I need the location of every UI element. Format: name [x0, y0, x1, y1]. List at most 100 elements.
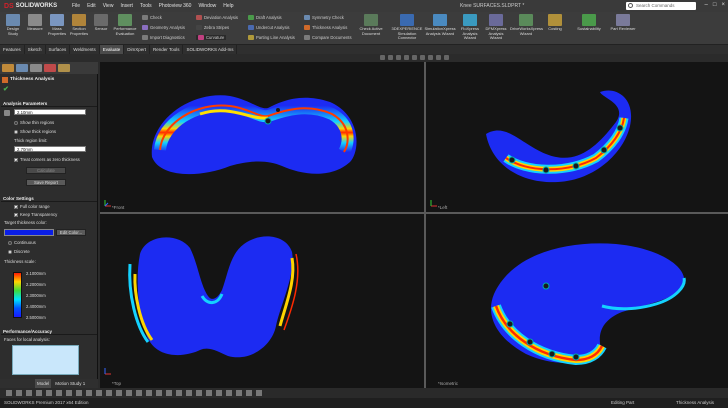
zoom-area-icon[interactable] [387, 55, 393, 60]
menu-view[interactable]: View [103, 3, 114, 9]
dimxpert-icon[interactable] [44, 64, 56, 72]
menu-window[interactable]: Window [198, 3, 216, 9]
check-active-document-button[interactable]: Check Active Document [356, 14, 386, 36]
feature-tree-icon[interactable] [2, 64, 14, 72]
scale-value: 2.2000mm [26, 282, 46, 287]
tab-evaluate[interactable]: Evaluate [99, 45, 125, 54]
tab-sketch[interactable]: Sketch [25, 45, 46, 54]
feature-manager-tabs [0, 62, 98, 74]
target-color-swatch[interactable] [4, 229, 54, 236]
full-color-range-checkbox[interactable]: ✓ Full color range [14, 204, 50, 209]
tab-model[interactable]: Model [35, 379, 52, 388]
zoom-fit-icon[interactable] [379, 55, 385, 60]
viewport-front[interactable]: *Front [100, 62, 424, 212]
measure-button[interactable]: Measure [24, 14, 46, 32]
ok-check-icon[interactable]: ✔ [3, 85, 9, 93]
zebra-stripes-button[interactable]: Zebra Stripes [196, 25, 229, 30]
property-manager-icon[interactable] [16, 64, 28, 72]
costing-icon [548, 14, 562, 26]
symmetry-check-button[interactable]: Symmetry Check [304, 15, 344, 20]
appearance-icon[interactable] [435, 55, 441, 60]
tab-weldments[interactable]: Weldments [70, 45, 100, 54]
check-document-icon [364, 14, 378, 26]
tab-features[interactable]: Features [0, 45, 25, 54]
mass-properties-button[interactable]: Mass Properties [46, 14, 68, 36]
menu-file[interactable]: File [72, 3, 80, 9]
draft-analysis-button[interactable]: Draft Analysis [248, 15, 282, 20]
tab-surfaces[interactable]: Surfaces [46, 45, 71, 54]
sensor-button[interactable]: Sensor [90, 14, 112, 32]
floxpress-button[interactable]: FloXpress Analysis Wizard [458, 14, 482, 41]
driveworksxpress-button[interactable]: DriveWorksXpress Wizard [510, 14, 543, 36]
view-orientation-icon[interactable] [411, 55, 417, 60]
menu-tools[interactable]: Tools [140, 3, 152, 9]
search-placeholder: Search Commands [636, 3, 675, 8]
viewport-splitter-vertical[interactable] [424, 62, 426, 388]
curvature-button[interactable]: Curvature [196, 35, 227, 40]
menu-help[interactable]: Help [223, 3, 233, 9]
faces-selection-box[interactable] [12, 345, 79, 375]
triad-icon [104, 368, 111, 375]
performance-evaluation-button[interactable]: Performance Evaluation [112, 14, 138, 36]
scene-icon[interactable] [443, 55, 449, 60]
keep-transparency-checkbox[interactable]: ✓ Keep Transparency [14, 212, 57, 217]
sustainability-button[interactable]: Sustainability [572, 14, 606, 32]
check-button[interactable]: Check [142, 15, 162, 20]
search-commands-input[interactable]: Search Commands [626, 2, 696, 10]
dfmxpress-button[interactable]: DFMXpress Analysis Wizard [484, 14, 508, 41]
tab-addins[interactable]: SOLIDWORKS Add-Ins [183, 45, 238, 54]
previous-view-icon[interactable] [395, 55, 401, 60]
minimize-icon[interactable]: – [705, 2, 708, 8]
import-diagnostics-button[interactable]: Import Diagnostics [142, 35, 185, 40]
menu-photoview[interactable]: Photoview 360 [159, 3, 192, 9]
viewport-left[interactable]: *Left [426, 62, 728, 212]
edit-color-button[interactable]: Edit Color... [56, 229, 86, 236]
thickness-analysis-button[interactable]: Thickness Analysis [304, 25, 347, 30]
dfm-icon [489, 14, 503, 26]
costing-button[interactable]: Costing [544, 14, 566, 32]
tab-motion-study[interactable]: Motion Study 1 [53, 379, 87, 388]
treat-corners-checkbox[interactable]: ✓ Treat corners as zero thickness [14, 157, 80, 162]
deviation-analysis-button[interactable]: Deviation Analysis [196, 15, 238, 20]
tab-dimxpert[interactable]: DimXpert [124, 45, 151, 54]
hide-show-icon[interactable] [427, 55, 433, 60]
viewport-splitter-horizontal[interactable] [100, 212, 728, 214]
color-settings-header[interactable]: Color Settings [1, 195, 97, 202]
calculate-button[interactable]: Calculate [26, 167, 66, 174]
scale-icon [50, 14, 64, 26]
viewport-label: *Isometric [438, 381, 459, 386]
compare-documents-button[interactable]: Compare Documents [304, 35, 352, 40]
3dexperience-connector-button[interactable]: 3DEXPERIENCE Simulation Connector [390, 14, 424, 41]
driveworks-icon [519, 14, 533, 26]
section-view-icon[interactable] [403, 55, 409, 60]
maximize-icon[interactable]: □ [713, 2, 717, 8]
parting-line-analysis-button[interactable]: Parting Line Analysis [248, 35, 295, 40]
viewport-isometric[interactable]: *Isometric [426, 214, 728, 388]
display-manager-icon[interactable] [58, 64, 70, 72]
part-reviewer-button[interactable]: Part Reviewer [610, 14, 636, 32]
menu-insert[interactable]: Insert [120, 3, 133, 9]
close-icon[interactable]: × [721, 2, 725, 8]
triad-icon [430, 200, 437, 207]
thick-limit-field[interactable]: 2.70mm [14, 146, 86, 152]
design-study-button[interactable]: Design Study [2, 14, 24, 36]
target-thickness-field[interactable]: 2.10mm [14, 109, 86, 115]
save-report-button[interactable]: Save Report [26, 179, 66, 186]
section-properties-button[interactable]: Section Properties [68, 14, 90, 36]
performance-accuracy-header[interactable]: Performance/Accuracy [1, 328, 97, 335]
simulationxpress-button[interactable]: SimulationXpress Analysis Wizard [424, 14, 456, 36]
continuous-option[interactable]: Continuous [8, 240, 36, 245]
tab-render-tools[interactable]: Render Tools [150, 45, 184, 54]
display-style-icon[interactable] [419, 55, 425, 60]
show-thick-option[interactable]: Show thick regions [14, 129, 56, 134]
geometry-analysis-button[interactable]: Geometry Analysis [142, 25, 185, 30]
undercut-analysis-button[interactable]: Undercut Analysis [248, 25, 290, 30]
show-thin-option[interactable]: Show thin regions [14, 120, 54, 125]
viewport-top[interactable]: *Top [100, 214, 424, 388]
app-logo[interactable]: DS SOLIDWORKS [0, 3, 64, 10]
menu-edit[interactable]: Edit [87, 3, 96, 9]
configuration-icon[interactable] [30, 64, 42, 72]
analysis-parameters-header[interactable]: Analysis Parameters [1, 100, 97, 107]
discrete-option[interactable]: Discrete [8, 249, 30, 254]
command-manager-ribbon: Design Study Measure Mass Properties Sec… [0, 12, 728, 45]
